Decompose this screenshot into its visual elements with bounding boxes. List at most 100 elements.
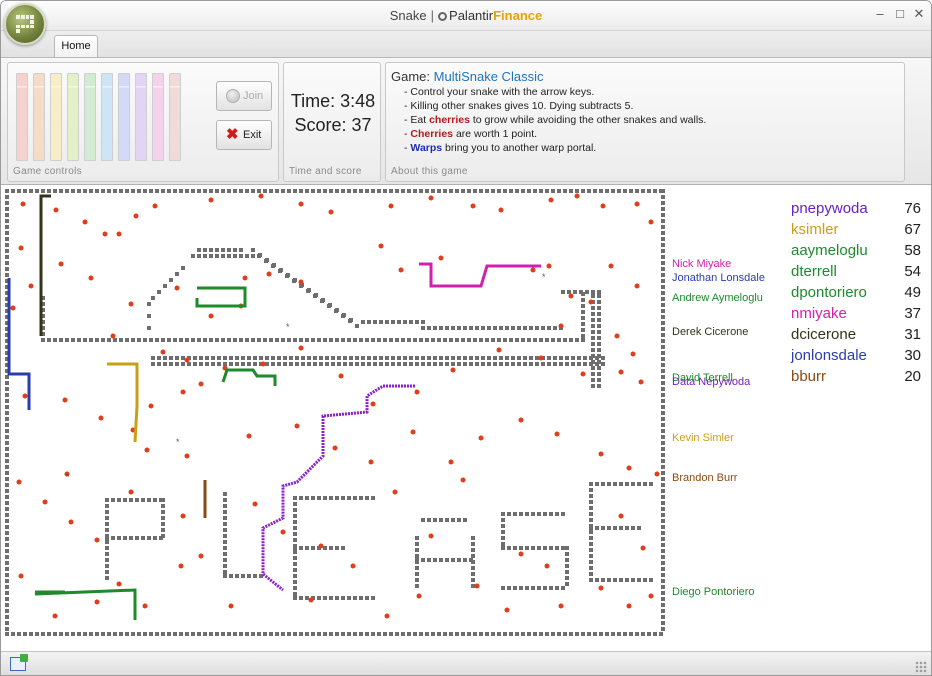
wall-block: [323, 596, 327, 600]
wall-block: [577, 356, 581, 360]
wall-block: [223, 504, 227, 508]
wall-block: [23, 632, 27, 636]
wall-block: [661, 531, 665, 535]
wall-block: [661, 573, 665, 577]
wall-block: [167, 189, 171, 193]
wall-block: [245, 338, 249, 342]
wall-block: [5, 255, 9, 259]
wall-block: [475, 362, 479, 366]
wall-block: [617, 632, 621, 636]
wall-block: [311, 496, 315, 500]
player-label: Nick Miyake: [672, 258, 732, 270]
wall-block: [561, 512, 565, 516]
wall-block: [197, 189, 201, 193]
wall-block: [137, 632, 141, 636]
resize-grip[interactable]: [915, 661, 927, 673]
wall-block: [305, 189, 309, 193]
exit-button[interactable]: ✖ Exit: [216, 120, 272, 150]
wall-block: [383, 338, 387, 342]
close-button[interactable]: ✕: [912, 7, 926, 21]
wall-block: [337, 356, 341, 360]
cherry: [580, 371, 586, 377]
wall-block: [5, 231, 9, 235]
wall-block: [643, 578, 647, 582]
wall-block: [591, 384, 595, 388]
wall-block: [173, 632, 177, 636]
about-line-5-b: Warps: [410, 142, 443, 154]
wall-block: [463, 356, 467, 360]
wall-block: [569, 338, 573, 342]
wall-block: [661, 285, 665, 289]
cherry: [94, 599, 100, 605]
wall-block: [77, 189, 81, 193]
cherry: [42, 499, 48, 505]
wall-block: [617, 189, 621, 193]
wall-block: [589, 530, 593, 534]
wall-block: [451, 362, 455, 366]
cherry: [228, 603, 234, 609]
wall-block: [467, 189, 471, 193]
color-bar: [16, 73, 28, 161]
cherry: [82, 219, 88, 225]
wall-block: [589, 500, 593, 504]
wall-block: [661, 525, 665, 529]
wall-block: [47, 338, 51, 342]
wall-block: [589, 518, 593, 522]
wall-block: [5, 453, 9, 457]
about-line-1: - Control your snake with the arrow keys…: [404, 86, 595, 98]
wall-block: [661, 315, 665, 319]
wall-block: [581, 328, 585, 332]
wall-block: [305, 546, 309, 550]
wall-block: [105, 540, 109, 544]
wall-block: [305, 496, 309, 500]
wall-block: [439, 356, 443, 360]
wall-block: [601, 482, 605, 486]
join-button[interactable]: Join: [216, 81, 272, 111]
wall-block: [289, 362, 293, 366]
wall-block: [487, 356, 491, 360]
color-bar: [101, 73, 113, 161]
cherry: [398, 267, 404, 273]
wall-block: [215, 189, 219, 193]
wall-block: [661, 357, 665, 361]
wall-block: [415, 362, 419, 366]
wall-block: [119, 338, 123, 342]
wall-block: [631, 526, 635, 530]
wall-block: [415, 584, 419, 588]
minimize-button[interactable]: –: [873, 7, 887, 21]
wall-block: [555, 546, 559, 550]
color-bar: [118, 73, 130, 161]
wall-block: [661, 399, 665, 403]
cherry: [58, 261, 64, 267]
wall-block: [5, 213, 9, 217]
wall-block: [589, 548, 593, 552]
wall-block: [203, 254, 207, 258]
wall-block: [185, 632, 189, 636]
wall-block: [581, 632, 585, 636]
cherry: [10, 305, 16, 311]
wall-block: [293, 592, 297, 596]
wall-block: [215, 338, 219, 342]
wall-block: [181, 362, 185, 366]
cherry: [148, 403, 154, 409]
wall-block: [89, 189, 93, 193]
wall-block: [421, 558, 425, 562]
wall-block: [587, 632, 591, 636]
wall-block: [599, 632, 603, 636]
cherry: [448, 459, 454, 465]
wall-block: [623, 632, 627, 636]
wall-block: [5, 627, 9, 631]
wall-block: [503, 338, 507, 342]
popout-icon[interactable]: [10, 654, 28, 671]
wall-block: [101, 632, 105, 636]
wall-block: [607, 526, 611, 530]
wall-block: [433, 558, 437, 562]
snake-jonlonsdale: [7, 278, 31, 410]
app-orb-button[interactable]: [4, 3, 46, 45]
wall-block: [17, 189, 21, 193]
maximize-button[interactable]: □: [893, 7, 907, 21]
wall-block: [413, 632, 417, 636]
tab-home[interactable]: Home: [54, 35, 98, 58]
wall-block: [245, 254, 249, 258]
wall-block: [661, 363, 665, 367]
